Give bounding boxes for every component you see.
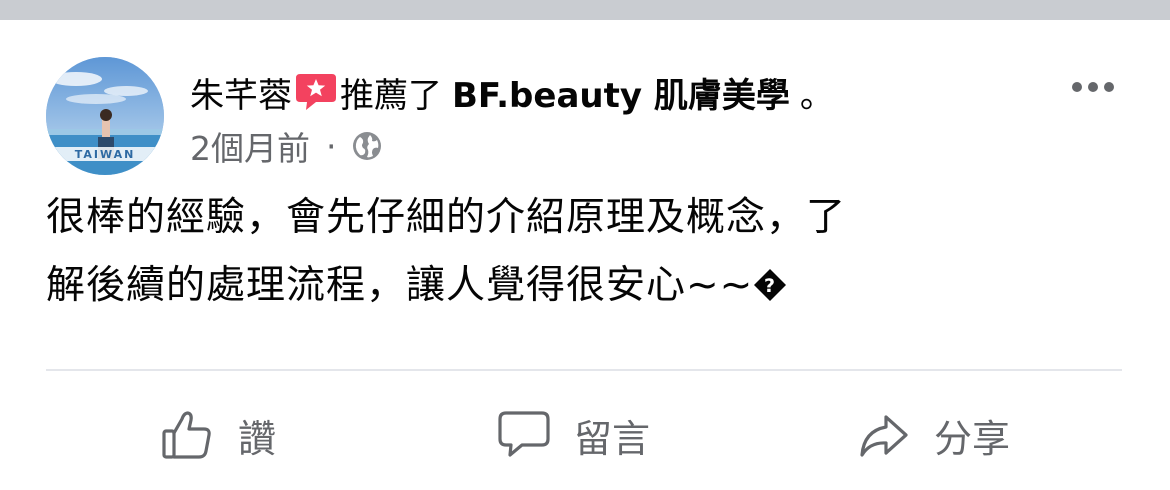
page-name[interactable]: BF.beauty 肌膚美學 <box>452 68 790 117</box>
comment-label: 留言 <box>574 416 651 461</box>
header-end-punct: 。 <box>799 75 834 116</box>
svg-text:?: ? <box>764 275 776 297</box>
avatar-image: TAIWAN <box>46 57 164 175</box>
recommend-icon <box>294 70 338 114</box>
share-button[interactable]: 分享 <box>856 405 1010 465</box>
post-meta: 2個月前 · <box>190 123 383 169</box>
like-label: 讚 <box>238 416 277 461</box>
avatar-text: TAIWAN <box>75 148 136 161</box>
speech-bubble-icon <box>496 407 552 463</box>
like-button[interactable]: 讚 <box>160 405 276 465</box>
recommend-action: 推薦了 <box>340 75 442 116</box>
author-name[interactable]: 朱芊蓉 <box>190 68 292 117</box>
globe-icon <box>351 130 383 162</box>
post-card: TAIWAN 朱芊蓉 推薦了 BF.beauty 肌膚美學 。 2個月前 · 很… <box>0 20 1170 490</box>
more-options-dot <box>1104 82 1114 92</box>
avatar[interactable]: TAIWAN <box>46 57 164 175</box>
post-header: 朱芊蓉 推薦了 BF.beauty 肌膚美學 。 <box>190 68 834 116</box>
post-text-line-1: 很棒的經驗，會先仔細的介紹原理及概念，了 <box>46 195 847 240</box>
meta-separator: · <box>326 126 337 166</box>
more-options-icon <box>1072 82 1082 92</box>
comment-button[interactable]: 留言 <box>496 405 650 465</box>
top-bar <box>0 0 1170 20</box>
actions-divider <box>46 369 1122 371</box>
post-body: 很棒的經驗，會先仔細的介紹原理及概念，了 解後續的處理流程，讓人覺得很安心~~? <box>46 184 1136 320</box>
unknown-emoji-icon: ? <box>753 268 787 302</box>
screen: TAIWAN 朱芊蓉 推薦了 BF.beauty 肌膚美學 。 2個月前 · 很… <box>0 0 1170 490</box>
share-arrow-icon <box>856 407 912 463</box>
post-time[interactable]: 2個月前 <box>190 122 310 170</box>
more-options-dot <box>1088 82 1098 92</box>
post-text-line-2: 解後續的處理流程，讓人覺得很安心~~? <box>46 252 1136 320</box>
post-text-line-2-text: 解後續的處理流程，讓人覺得很安心~~ <box>46 263 754 308</box>
share-label: 分享 <box>934 416 1011 461</box>
thumbs-up-icon <box>160 407 216 463</box>
more-options-button[interactable] <box>1063 72 1123 102</box>
